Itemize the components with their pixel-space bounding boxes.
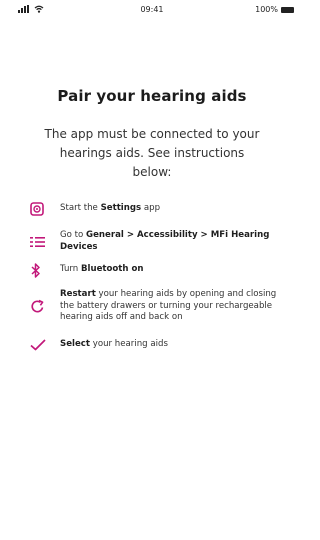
bluetooth-icon: [30, 261, 52, 279]
step-text: Go to General > Accessibility > MFi Hear…: [60, 230, 270, 252]
status-bar: 09:41 100%: [0, 0, 304, 22]
page-title: Pair your hearing aids: [57, 87, 247, 105]
step-bluetooth-on: Turn Bluetooth on: [30, 261, 292, 279]
checkmark-icon: [30, 336, 52, 354]
step-go-to-accessibility: Go to General > Accessibility > MFi Hear…: [30, 230, 292, 253]
page-subtitle: The app must be connected to your hearin…: [44, 127, 260, 179]
step-select-hearing-aids: Select your hearing aids: [30, 336, 292, 354]
instruction-steps: Start the Settings app Go to General > A…: [30, 200, 292, 363]
restart-icon: [30, 297, 52, 315]
settings-icon: [30, 200, 52, 218]
step-text: Select your hearing aids: [60, 338, 168, 349]
step-text: Restart your hearing aids by opening and…: [60, 289, 277, 322]
list-icon: [30, 233, 52, 251]
step-open-settings: Start the Settings app: [30, 200, 292, 218]
step-text: Turn Bluetooth on: [60, 264, 144, 275]
battery-icon: [281, 6, 294, 13]
battery-percent: 100%: [255, 5, 278, 14]
step-restart-hearing-aids: Restart your hearing aids by opening and…: [30, 289, 292, 324]
step-text: Start the Settings app: [60, 203, 161, 214]
status-right: 100%: [255, 5, 294, 14]
